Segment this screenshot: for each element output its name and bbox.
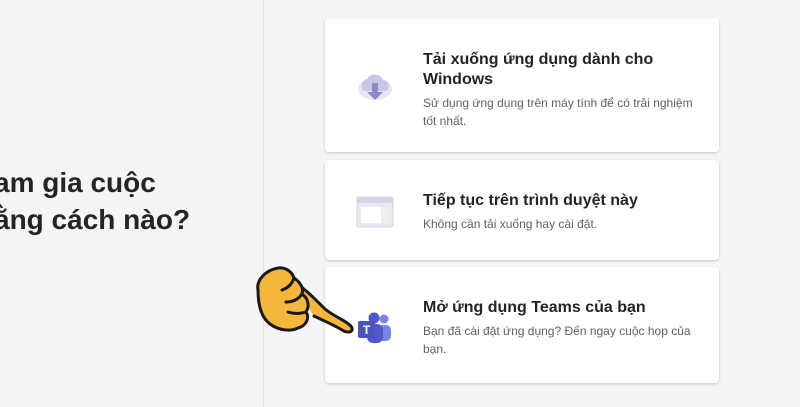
browser-window-icon xyxy=(355,192,395,232)
continue-in-browser-option[interactable]: Tiếp tục trên trình duyệt này Không cần … xyxy=(325,160,719,260)
open-teams-app-text: Mở ứng dụng Teams của bạn Bạn đã cài đặt… xyxy=(423,298,699,358)
left-pane: am gia cuộc ằng cách nào? xyxy=(0,0,263,407)
svg-text:T: T xyxy=(363,323,371,337)
continue-in-browser-text: Tiếp tục trên trình duyệt này Không cần … xyxy=(423,191,699,233)
download-icon xyxy=(355,68,395,108)
join-options-page: am gia cuộc ằng cách nào? Tải xuống ứng … xyxy=(0,0,800,407)
question-line-1: am gia cuộc xyxy=(0,167,156,198)
pointing-hand-icon xyxy=(250,262,360,342)
join-question-heading: am gia cuộc ằng cách nào? xyxy=(0,164,263,238)
download-app-text: Tải xuống ứng dụng dành cho Windows Sử d… xyxy=(423,50,699,130)
question-line-2: ằng cách nào? xyxy=(0,204,191,235)
download-app-description: Sử dụng ứng dụng trên máy tính để có trả… xyxy=(423,96,693,128)
download-app-title: Tải xuống ứng dụng dành cho Windows xyxy=(423,51,654,88)
continue-in-browser-description: Không cần tải xuống hay cài đặt. xyxy=(423,217,598,231)
download-app-option[interactable]: Tải xuống ứng dụng dành cho Windows Sử d… xyxy=(325,18,719,152)
continue-in-browser-title: Tiếp tục trên trình duyệt này xyxy=(423,192,638,209)
open-teams-app-title: Mở ứng dụng Teams của bạn xyxy=(423,299,646,316)
open-teams-app-option[interactable]: T Mở ứng dụng Teams của bạn Bạn đã cài đ… xyxy=(325,267,719,383)
open-teams-app-description: Bạn đã cài đặt ứng dụng? Đến ngay cuộc h… xyxy=(423,324,691,356)
teams-logo-icon: T xyxy=(355,309,395,349)
